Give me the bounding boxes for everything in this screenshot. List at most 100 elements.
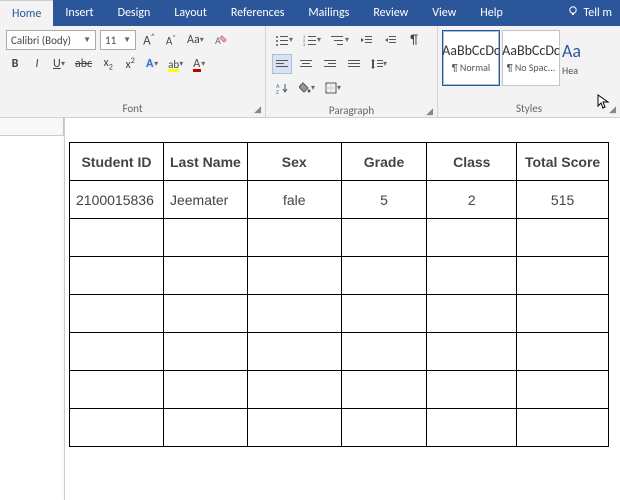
table-cell[interactable] — [341, 333, 427, 371]
table-cell[interactable] — [427, 371, 517, 409]
decrease-indent-button[interactable] — [356, 30, 376, 50]
table-cell[interactable] — [163, 295, 247, 333]
table-cell[interactable] — [70, 333, 164, 371]
tab-view[interactable]: View — [420, 0, 468, 26]
table-cell[interactable] — [163, 409, 247, 447]
table-row[interactable] — [70, 219, 609, 257]
col-header-sex[interactable]: Sex — [247, 143, 341, 181]
table-cell[interactable] — [70, 371, 164, 409]
superscript-button[interactable]: x2 — [121, 54, 139, 74]
show-marks-button[interactable]: ¶ — [404, 30, 424, 50]
table-cell[interactable] — [341, 257, 427, 295]
tell-me-search[interactable]: Tell m — [559, 0, 620, 26]
align-right-button[interactable] — [320, 54, 340, 74]
table-cell[interactable] — [70, 257, 164, 295]
clear-formatting-button[interactable]: A — [211, 30, 231, 50]
align-left-button[interactable] — [272, 54, 292, 74]
table-cell[interactable] — [427, 333, 517, 371]
tab-insert[interactable]: Insert — [53, 0, 105, 26]
strikethrough-button[interactable]: abc — [72, 54, 95, 74]
table-row[interactable] — [70, 409, 609, 447]
align-center-button[interactable] — [296, 54, 316, 74]
style-heading[interactable]: Aa Hea — [562, 30, 602, 86]
bold-button[interactable]: B — [6, 54, 24, 74]
table-cell[interactable] — [341, 295, 427, 333]
table-header-row[interactable]: Student ID Last Name Sex Grade Class Tot… — [70, 143, 609, 181]
table-row[interactable] — [70, 371, 609, 409]
table-cell[interactable] — [247, 333, 341, 371]
table-cell[interactable] — [427, 409, 517, 447]
table-cell[interactable] — [517, 295, 609, 333]
tab-layout[interactable]: Layout — [162, 0, 219, 26]
table-row[interactable] — [70, 295, 609, 333]
table-cell[interactable] — [517, 333, 609, 371]
table-cell[interactable] — [341, 371, 427, 409]
sort-button[interactable]: AZ — [272, 78, 292, 98]
table-cell[interactable]: 515 — [517, 181, 609, 219]
table-cell[interactable]: fale — [247, 181, 341, 219]
table-cell[interactable] — [247, 219, 341, 257]
font-dialog-launcher[interactable]: ◢ — [254, 104, 261, 115]
table-cell[interactable] — [427, 295, 517, 333]
table-cell[interactable] — [517, 409, 609, 447]
table-cell[interactable] — [163, 371, 247, 409]
table-cell[interactable] — [163, 257, 247, 295]
table-row[interactable] — [70, 333, 609, 371]
tab-home[interactable]: Home — [0, 0, 53, 26]
justify-button[interactable] — [344, 54, 364, 74]
table-cell[interactable] — [70, 295, 164, 333]
borders-button[interactable]: ▾ — [322, 78, 344, 98]
grow-font-button[interactable]: A˄ — [140, 30, 158, 50]
highlight-button[interactable]: ab▾ — [165, 54, 186, 74]
table-cell[interactable]: 2100015836 — [70, 181, 164, 219]
tab-review[interactable]: Review — [361, 0, 420, 26]
table-cell[interactable] — [517, 219, 609, 257]
multilevel-list-button[interactable]: ▾ — [328, 30, 352, 50]
table-cell[interactable] — [247, 295, 341, 333]
tab-references[interactable]: References — [219, 0, 297, 26]
col-header-last-name[interactable]: Last Name — [163, 143, 247, 181]
document-page[interactable]: Student ID Last Name Sex Grade Class Tot… — [64, 118, 620, 500]
table-cell[interactable] — [163, 219, 247, 257]
paragraph-dialog-launcher[interactable]: ◢ — [426, 106, 433, 117]
table-row[interactable]: 2100015836Jeematerfale52515 — [70, 181, 609, 219]
style-normal[interactable]: AaBbCcDc ¶ Normal — [442, 30, 500, 86]
change-case-button[interactable]: Aa▾ — [184, 30, 207, 50]
font-name-combo[interactable]: Calibri (Body)▼ — [6, 30, 96, 50]
italic-button[interactable]: I — [28, 54, 46, 74]
bullets-button[interactable]: ▾ — [272, 30, 296, 50]
shrink-font-button[interactable]: A˅ — [162, 30, 180, 50]
numbering-button[interactable]: 123▾ — [300, 30, 324, 50]
tab-help[interactable]: Help — [468, 0, 515, 26]
font-size-combo[interactable]: 11▼ — [100, 30, 136, 50]
col-header-grade[interactable]: Grade — [341, 143, 427, 181]
student-table[interactable]: Student ID Last Name Sex Grade Class Tot… — [69, 142, 609, 447]
table-cell[interactable] — [517, 257, 609, 295]
col-header-total-score[interactable]: Total Score — [517, 143, 609, 181]
tab-design[interactable]: Design — [106, 0, 163, 26]
font-color-button[interactable]: A▾ — [190, 54, 208, 74]
table-cell[interactable]: 5 — [341, 181, 427, 219]
table-cell[interactable] — [163, 333, 247, 371]
table-cell[interactable] — [70, 409, 164, 447]
table-row[interactable] — [70, 257, 609, 295]
table-cell[interactable] — [247, 409, 341, 447]
text-effects-button[interactable]: A▾ — [143, 54, 161, 74]
table-cell[interactable]: 2 — [427, 181, 517, 219]
subscript-button[interactable]: x2 — [99, 54, 117, 74]
shading-button[interactable]: ▾ — [296, 78, 318, 98]
underline-button[interactable]: U▾ — [50, 54, 68, 74]
table-cell[interactable] — [247, 371, 341, 409]
table-cell[interactable] — [427, 257, 517, 295]
table-cell[interactable] — [247, 257, 341, 295]
table-cell[interactable] — [517, 371, 609, 409]
col-header-class[interactable]: Class — [427, 143, 517, 181]
table-cell[interactable] — [341, 219, 427, 257]
table-cell[interactable] — [427, 219, 517, 257]
table-cell[interactable] — [70, 219, 164, 257]
style-no-spacing[interactable]: AaBbCcDc ¶ No Spac... — [502, 30, 560, 86]
tab-mailings[interactable]: Mailings — [296, 0, 361, 26]
line-spacing-button[interactable]: ▾ — [368, 54, 390, 74]
col-header-student-id[interactable]: Student ID — [70, 143, 164, 181]
table-cell[interactable]: Jeemater — [163, 181, 247, 219]
